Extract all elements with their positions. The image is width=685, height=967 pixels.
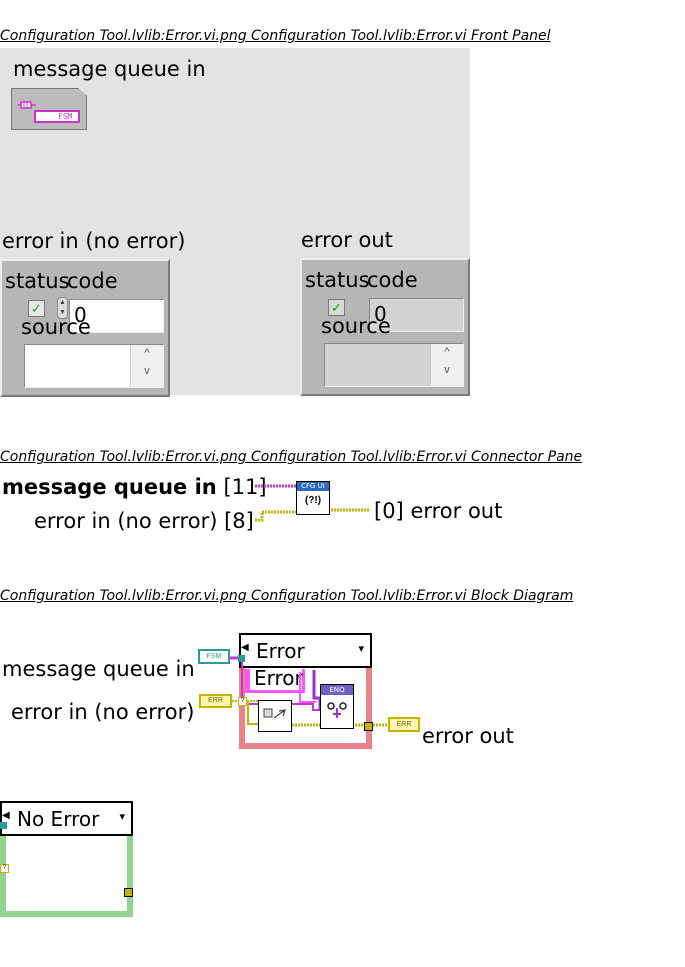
- connector-pane-caption: Configuration Tool.lvlib:Error.vi.png Co…: [0, 449, 583, 465]
- bd-error-out-tunnel: [364, 722, 373, 731]
- noerror-selector-tunnel: ?: [0, 864, 9, 873]
- check-icon: ✓: [331, 300, 342, 315]
- bd-error-out-label: error out: [422, 724, 514, 748]
- block-diagram-caption: Configuration Tool.lvlib:Error.vi.png Co…: [0, 588, 574, 604]
- block-diagram: message queue in error in (no error) err…: [0, 620, 685, 940]
- chevron-down-icon[interactable]: ▾: [119, 810, 125, 823]
- front-panel-caption: Configuration Tool.lvlib:Error.vi.png Co…: [0, 28, 551, 44]
- error-in-source-scrollbar[interactable]: ^ v: [130, 345, 163, 387]
- error-out-source-scrollbar[interactable]: ^ v: [430, 344, 463, 386]
- noerror-case-selector[interactable]: ◀ No Error ▾: [0, 801, 133, 836]
- connector-pane: message queue in [11] error in (no error…: [0, 470, 685, 540]
- error-out-code-label: code: [367, 268, 418, 292]
- bd-enqueue-subvi-banner: ENQ: [321, 685, 353, 695]
- noerror-case-selector-value: No Error: [17, 807, 100, 831]
- error-convert-icon: [263, 706, 287, 724]
- bd-queue-terminal-text: FSM: [206, 653, 222, 660]
- bd-wires: [230, 656, 390, 727]
- error-out-cluster: status code ✓ 0 source ^ v: [300, 258, 470, 396]
- cp-error-out-label: error out: [410, 499, 503, 523]
- enqueue-icon: [325, 699, 349, 721]
- queue-refnum-display: FSM: [34, 110, 80, 123]
- queue-icon: [18, 96, 36, 109]
- bd-error-in-terminal-text: ERR: [208, 697, 223, 704]
- error-in-label: error in (no error): [2, 229, 186, 253]
- chevron-down-icon[interactable]: v: [131, 365, 163, 377]
- error-out-status-label: status: [305, 268, 370, 292]
- error-out-source-label: source: [321, 314, 391, 338]
- chevron-up-icon[interactable]: ^: [131, 347, 163, 359]
- chevron-down-icon[interactable]: v: [431, 364, 463, 376]
- bd-enqueue-subvi[interactable]: ENQ: [320, 684, 354, 729]
- noerror-queue-tunnel: [0, 822, 7, 829]
- queue-refnum-text: FSM: [58, 112, 73, 121]
- vi-icon[interactable]: CFG UI (?!): [296, 481, 330, 515]
- question-bubble-icon: (?!): [304, 495, 322, 506]
- bd-queue-tunnel: [238, 655, 245, 662]
- error-in-code-label: code: [67, 269, 118, 293]
- front-panel: message queue in FSM error in (no error)…: [0, 48, 470, 397]
- bd-error-in-label: error in (no error): [11, 700, 195, 724]
- cp-message-queue-label: message queue in: [2, 475, 217, 499]
- bd-selector-tunnel: ?: [238, 697, 247, 706]
- error-in-source-field[interactable]: ^ v: [24, 344, 164, 388]
- error-in-status-label: status: [5, 269, 70, 293]
- chevron-left-icon[interactable]: ◀: [2, 810, 10, 821]
- message-queue-refnum[interactable]: FSM: [11, 88, 87, 130]
- noerror-error-out-tunnel: [124, 888, 133, 897]
- bd-message-queue-label: message queue in: [2, 657, 195, 681]
- check-icon: ✓: [31, 301, 42, 316]
- error-out-label: error out: [301, 228, 393, 252]
- message-queue-label: message queue in: [13, 57, 206, 81]
- bd-error-subvi[interactable]: [258, 700, 292, 732]
- vi-icon-banner: CFG UI: [297, 482, 329, 491]
- error-in-source-label: source: [21, 315, 91, 339]
- bd-message-queue-terminal[interactable]: FSM: [198, 649, 230, 664]
- error-out-source-indicator: ^ v: [324, 343, 464, 387]
- cp-error-in-label: error in (no error): [34, 509, 218, 533]
- chevron-up-icon[interactable]: ^: [431, 346, 463, 358]
- error-in-cluster[interactable]: status code ✓ ▲ ▼ 0 source ^ v: [0, 259, 170, 397]
